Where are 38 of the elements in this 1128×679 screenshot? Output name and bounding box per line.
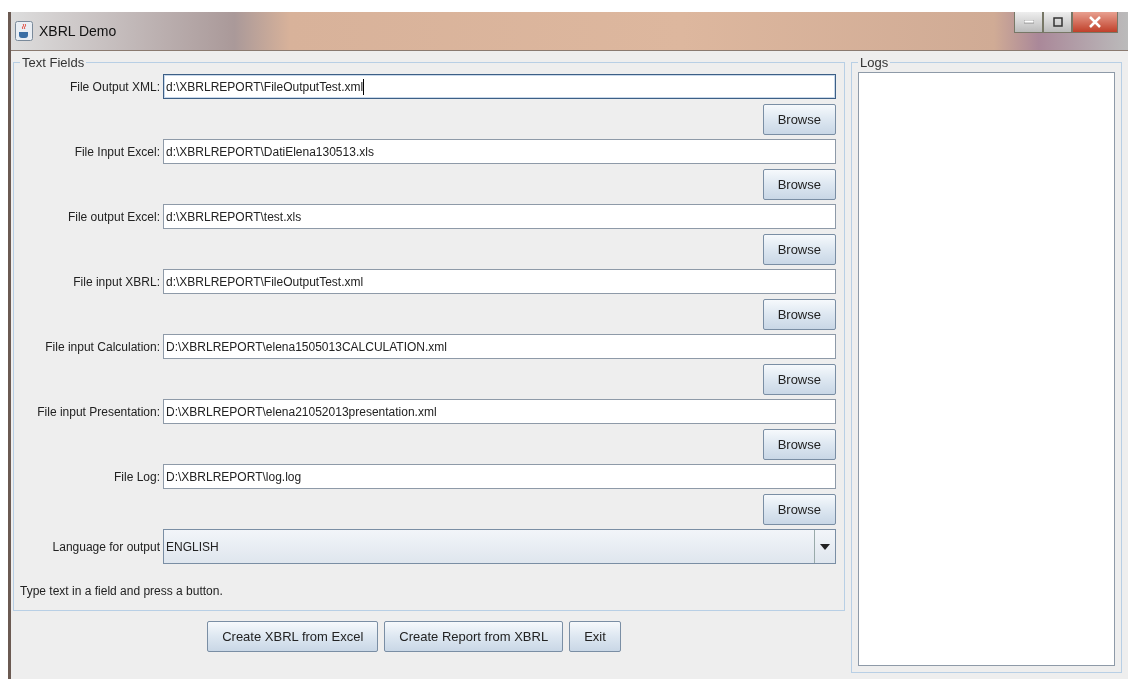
input-field[interactable]: d:\XBRLREPORT\FileOutputTest.xml	[163, 74, 836, 99]
minimize-icon	[1023, 20, 1034, 24]
language-dropdown[interactable]: ENGLISH	[163, 529, 836, 564]
maximize-icon	[1052, 17, 1063, 27]
action-button[interactable]: Exit	[569, 621, 621, 652]
input-field[interactable]: d:\XBRLREPORT\FileOutputTest.xml	[163, 269, 836, 294]
field-label: File Log:	[112, 469, 160, 484]
field-label: File Output XML:	[68, 79, 160, 94]
browse-button[interactable]: Browse	[762, 494, 836, 525]
coffee-cup-icon	[15, 21, 33, 41]
minimize-button[interactable]	[1014, 12, 1043, 33]
input-field[interactable]: d:\XBRLREPORT\DatiElena130513.xls	[163, 139, 836, 164]
browse-button[interactable]: Browse	[762, 104, 836, 135]
panel-title: Text Fields	[21, 55, 86, 70]
browse-button[interactable]: Browse	[762, 169, 836, 200]
browse-button[interactable]: Browse	[762, 299, 836, 330]
field-label: File input Calculation:	[44, 339, 160, 354]
action-button[interactable]: Create XBRL from Excel	[207, 621, 379, 652]
action-button[interactable]: Create Report from XBRL	[384, 621, 564, 652]
input-field[interactable]: d:\XBRLREPORT\test.xls	[163, 204, 836, 229]
browse-button[interactable]: Browse	[762, 429, 836, 460]
browse-button[interactable]: Browse	[762, 234, 836, 265]
field-label: File output Excel:	[66, 209, 160, 224]
field-label: File input XBRL:	[72, 274, 160, 289]
input-field[interactable]: D:\XBRLREPORT\log.log	[163, 464, 836, 489]
browse-button[interactable]: Browse	[762, 364, 836, 395]
caret-icon	[820, 543, 830, 550]
maximize-button[interactable]	[1043, 12, 1072, 33]
field-label: File Input Excel:	[73, 144, 160, 159]
close-button[interactable]	[1072, 12, 1118, 33]
input-field[interactable]: D:\XBRLREPORT\elena21052013presentation.xml	[163, 399, 836, 424]
input-field[interactable]: D:\XBRLREPORT\elena1505013CALCULATION.xml	[163, 334, 836, 359]
close-icon	[1089, 16, 1101, 28]
field-label: Language for output	[51, 539, 160, 554]
field-label: File input Presentation:	[36, 404, 160, 419]
hint-text: Type text in a field and press a button.	[20, 584, 224, 598]
window-title: XBRL Demo	[39, 23, 117, 39]
panel-title: Logs	[859, 55, 890, 70]
